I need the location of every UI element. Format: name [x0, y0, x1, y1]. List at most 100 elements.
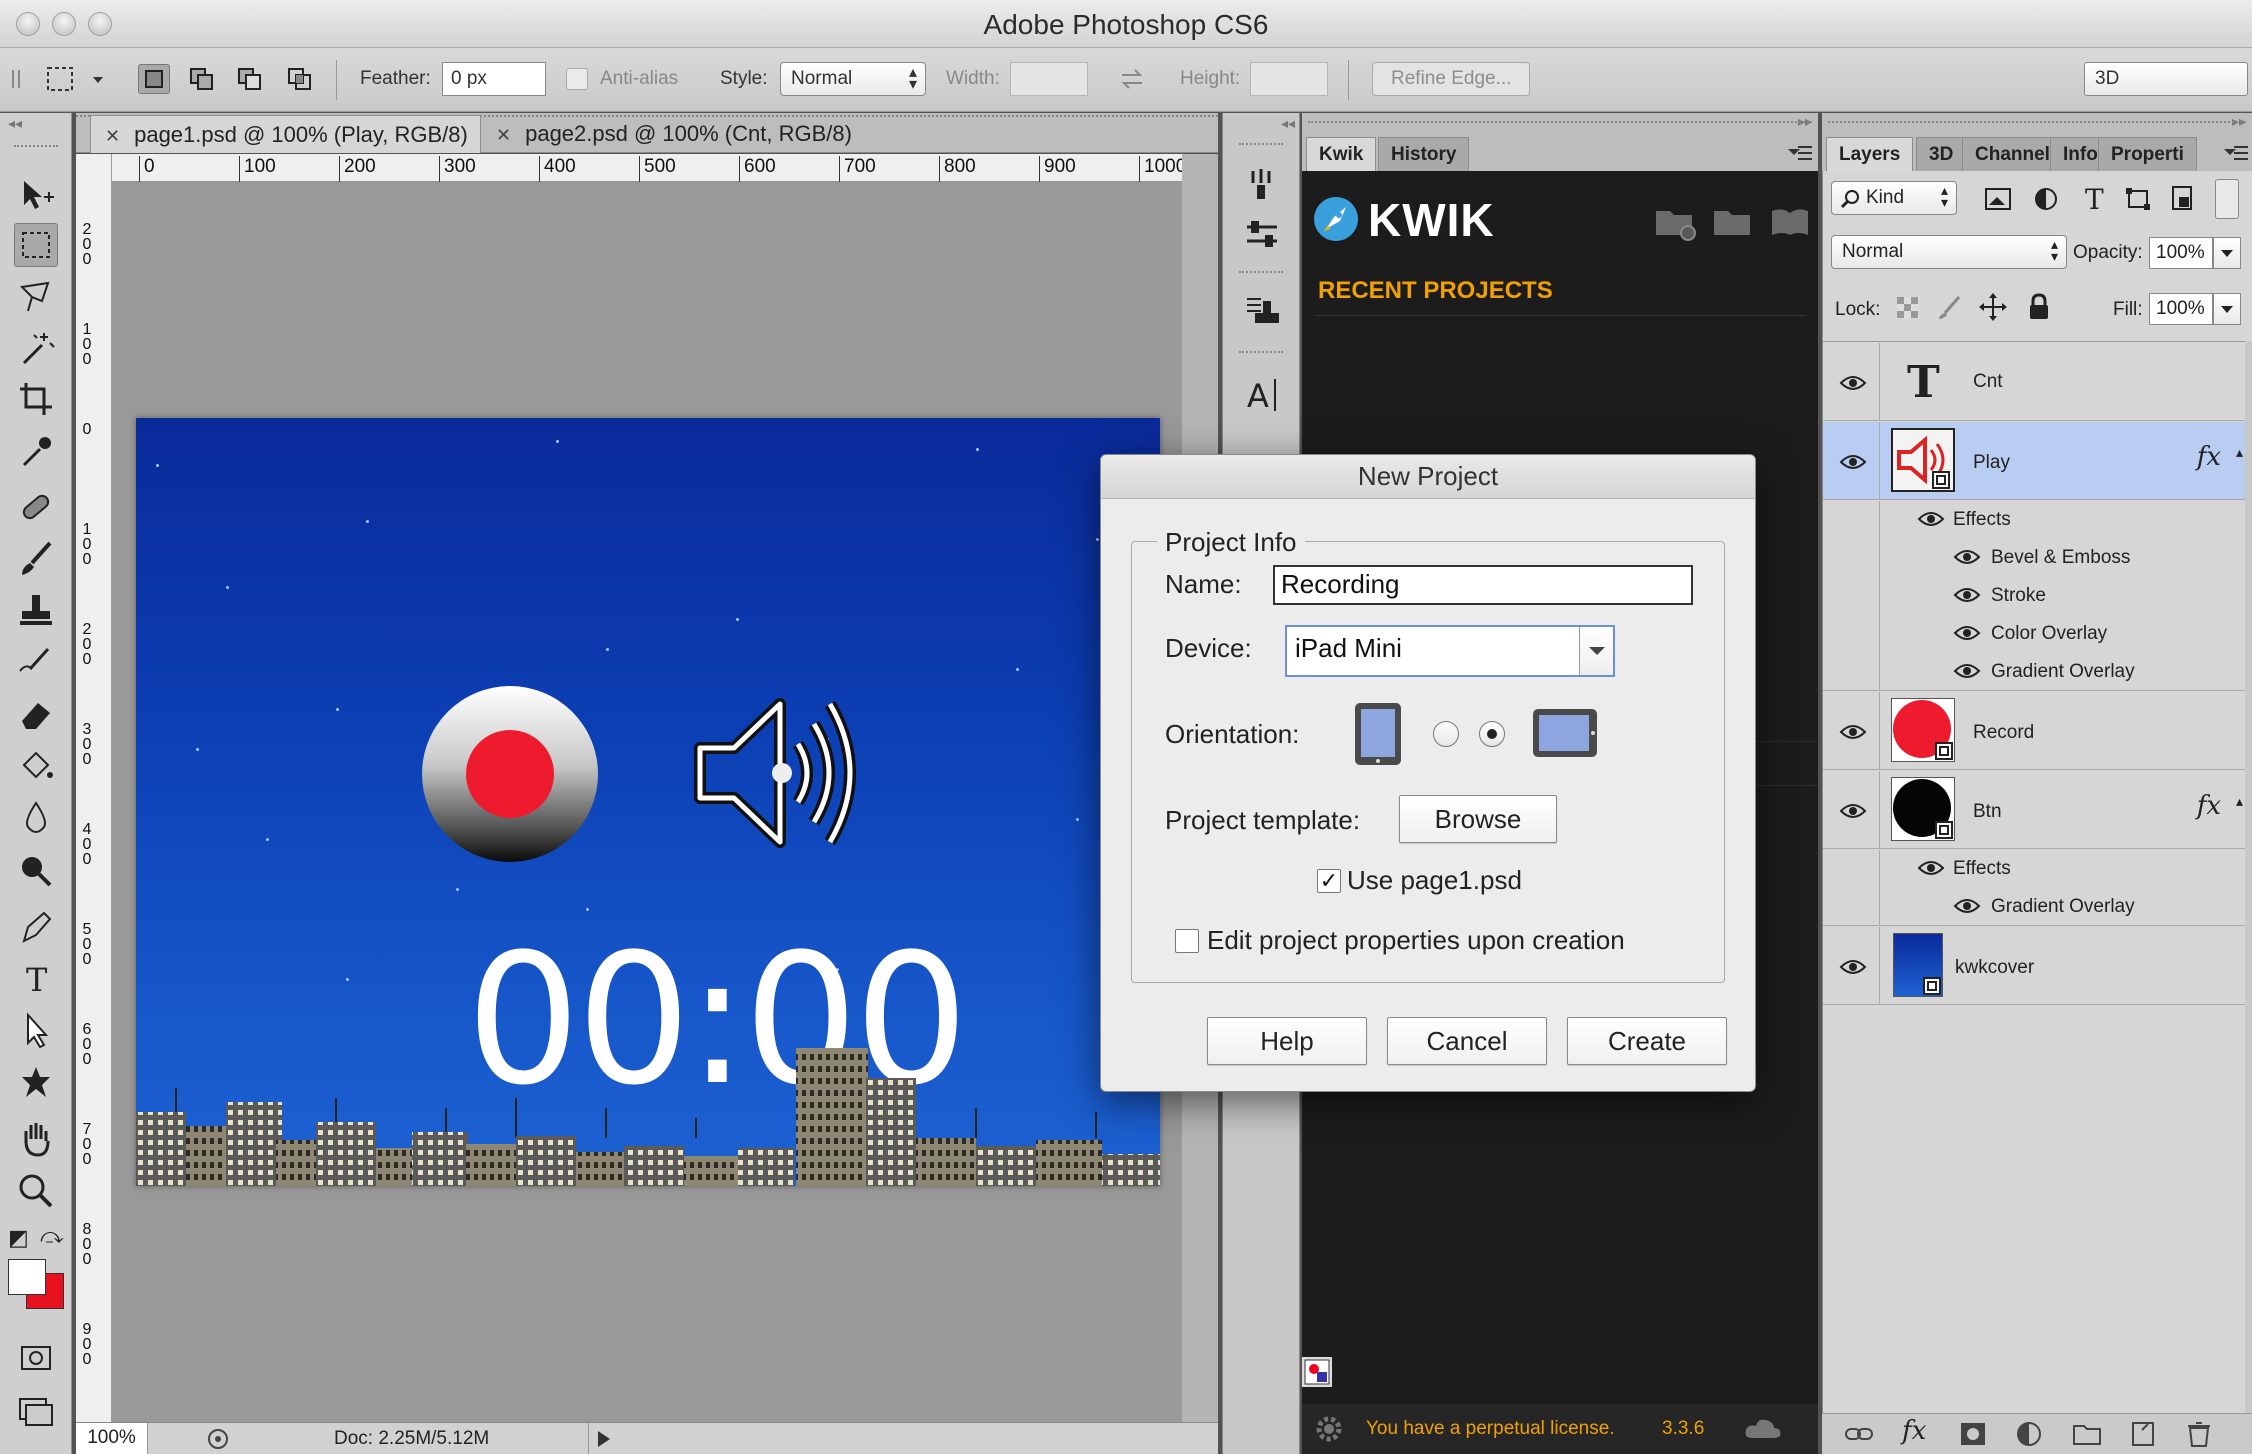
fx-icon[interactable]: fx [2197, 442, 2221, 472]
tab-properties[interactable]: Properti [2098, 137, 2197, 171]
filter-type-icon[interactable]: T [2079, 183, 2109, 216]
eye-icon[interactable] [1839, 452, 1867, 472]
new-selection-icon[interactable] [138, 64, 170, 94]
path-selection-tool-icon[interactable] [14, 1009, 58, 1053]
hand-tool-icon[interactable] [14, 1117, 58, 1161]
device-select[interactable]: iPad Mini [1285, 625, 1615, 677]
panel-menu-icon[interactable] [2222, 143, 2248, 163]
new-group-icon[interactable] [2072, 1420, 2102, 1448]
new-project-folder-icon[interactable] [1654, 203, 1698, 241]
cloud-icon[interactable] [1744, 1416, 1782, 1442]
dialog-title[interactable]: New Project [1101, 455, 1755, 499]
chevron-down-icon[interactable] [90, 64, 106, 94]
tab-layers[interactable]: Layers [1826, 137, 1914, 171]
tab-history[interactable]: History [1378, 137, 1470, 171]
brush-presets-icon[interactable] [1241, 163, 1283, 205]
swap-arrows-icon[interactable] [1116, 64, 1148, 94]
layer-thumbnail-play[interactable] [1891, 428, 1955, 492]
layers-scrollbar[interactable] [2245, 341, 2252, 1413]
layer-row-btn[interactable]: Btn fx ▴ [1823, 771, 2247, 849]
filter-adjustment-icon[interactable] [2031, 185, 2061, 213]
subtract-from-selection-icon[interactable] [234, 64, 266, 94]
landscape-radio[interactable] [1479, 721, 1505, 747]
lasso-tool-icon[interactable] [14, 275, 58, 319]
move-tool-icon[interactable] [14, 173, 58, 217]
antialias-checkbox[interactable] [566, 68, 588, 90]
landscape-device-icon[interactable] [1531, 707, 1599, 759]
eye-icon[interactable] [1953, 585, 1981, 605]
effect-color-overlay[interactable]: Color Overlay [1823, 615, 2247, 653]
style-select[interactable]: Normal ▴ ▾ [780, 62, 926, 96]
tab-kwik[interactable]: Kwik [1306, 137, 1377, 171]
layer-row-kwkcover[interactable]: kwkcover [1823, 927, 2247, 1005]
panel-menu-icon[interactable] [1786, 143, 1812, 163]
trash-icon[interactable] [2184, 1420, 2214, 1448]
create-button[interactable]: Create [1567, 1017, 1727, 1065]
paint-bucket-tool-icon[interactable] [14, 745, 58, 789]
lock-all-icon[interactable] [2027, 293, 2051, 321]
new-layer-icon[interactable] [2128, 1420, 2158, 1448]
portrait-device-icon[interactable] [1353, 701, 1403, 767]
layer-thumbnail-record[interactable] [1891, 698, 1955, 762]
filter-pixel-icon[interactable] [1983, 185, 2013, 213]
book-icon[interactable] [1768, 203, 1812, 241]
open-folder-icon[interactable] [1712, 203, 1756, 241]
chevron-down-icon[interactable] [1579, 627, 1613, 675]
tab-channels[interactable]: Channel [1962, 137, 2063, 171]
use-page-checkbox[interactable]: ✓ [1317, 869, 1341, 893]
eye-icon[interactable] [1953, 661, 1981, 681]
eye-icon[interactable] [1917, 858, 1945, 878]
effect-gradient-overlay[interactable]: Gradient Overlay [1823, 653, 2247, 691]
document-canvas[interactable]: 00:00 [136, 418, 1160, 1186]
collapse-effects-icon[interactable]: ▴ [2236, 793, 2243, 810]
eye-icon[interactable] [1917, 509, 1945, 529]
rectangular-marquee-preset-icon[interactable] [44, 64, 76, 94]
gear-icon[interactable] [1314, 1414, 1344, 1444]
effect-stroke[interactable]: Stroke [1823, 577, 2247, 615]
brush-tool-icon[interactable] [14, 537, 58, 581]
play-arrow-icon[interactable] [592, 1427, 614, 1451]
foreground-color-swatch[interactable] [8, 1259, 46, 1295]
eye-icon[interactable] [1953, 623, 1981, 643]
history-brush-tool-icon[interactable] [14, 641, 58, 685]
healing-brush-tool-icon[interactable] [14, 485, 58, 529]
portrait-radio[interactable] [1433, 721, 1459, 747]
crop-tool-icon[interactable] [14, 377, 58, 421]
collapse-effects-icon[interactable]: ▴ [2236, 444, 2243, 461]
fill-dropdown-icon[interactable] [2213, 293, 2241, 325]
layer-row-cnt[interactable]: T Cnt [1823, 343, 2247, 421]
kwik-plugin-icon[interactable] [1302, 1357, 1332, 1387]
workspace-select[interactable]: 3D [2084, 62, 2248, 96]
shape-tool-icon[interactable] [14, 1061, 58, 1105]
clone-source-icon[interactable] [1241, 291, 1283, 333]
layer-row-record[interactable]: Record [1823, 692, 2247, 770]
effects-group-play[interactable]: Effects [1823, 501, 2247, 539]
effect-bevel-emboss[interactable]: Bevel & Emboss [1823, 539, 2247, 577]
screen-mode-icon[interactable] [14, 1389, 58, 1433]
tab-page1[interactable]: ✕ page1.psd @ 100% (Play, RGB/8) [90, 115, 481, 153]
link-layers-icon[interactable] [1844, 1420, 1874, 1448]
eye-icon[interactable] [1953, 896, 1981, 916]
edit-properties-checkbox[interactable] [1175, 929, 1199, 953]
layer-row-play[interactable]: Play fx ▴ [1823, 422, 2247, 500]
eye-icon[interactable] [1839, 957, 1867, 977]
eyedropper-tool-icon[interactable] [14, 429, 58, 473]
refine-edge-button[interactable]: Refine Edge... [1372, 62, 1531, 96]
collapse-arrows-icon[interactable]: ◂◂ [8, 115, 22, 132]
default-colors-icon[interactable]: ◩ [8, 1225, 29, 1251]
magic-wand-tool-icon[interactable] [14, 327, 58, 371]
fx-icon[interactable]: fx [2197, 791, 2221, 821]
fill-input[interactable]: 100% [2149, 293, 2213, 325]
eye-icon[interactable] [1839, 722, 1867, 742]
pen-tool-icon[interactable] [14, 905, 58, 949]
intersect-selection-icon[interactable] [284, 64, 316, 94]
cancel-button[interactable]: Cancel [1387, 1017, 1547, 1065]
swap-colors-icon[interactable]: ⤼ [40, 1223, 64, 1249]
filter-smart-object-icon[interactable] [2167, 183, 2197, 213]
type-tool-icon[interactable]: T [14, 957, 58, 1001]
blur-tool-icon[interactable] [14, 797, 58, 841]
tab-page2[interactable]: ✕ page2.psd @ 100% (Cnt, RGB/8) [482, 115, 864, 153]
zoom-tool-icon[interactable] [14, 1169, 58, 1213]
layer-thumbnail-kwkcover[interactable] [1893, 933, 1943, 997]
status-info-icon[interactable] [206, 1427, 230, 1451]
